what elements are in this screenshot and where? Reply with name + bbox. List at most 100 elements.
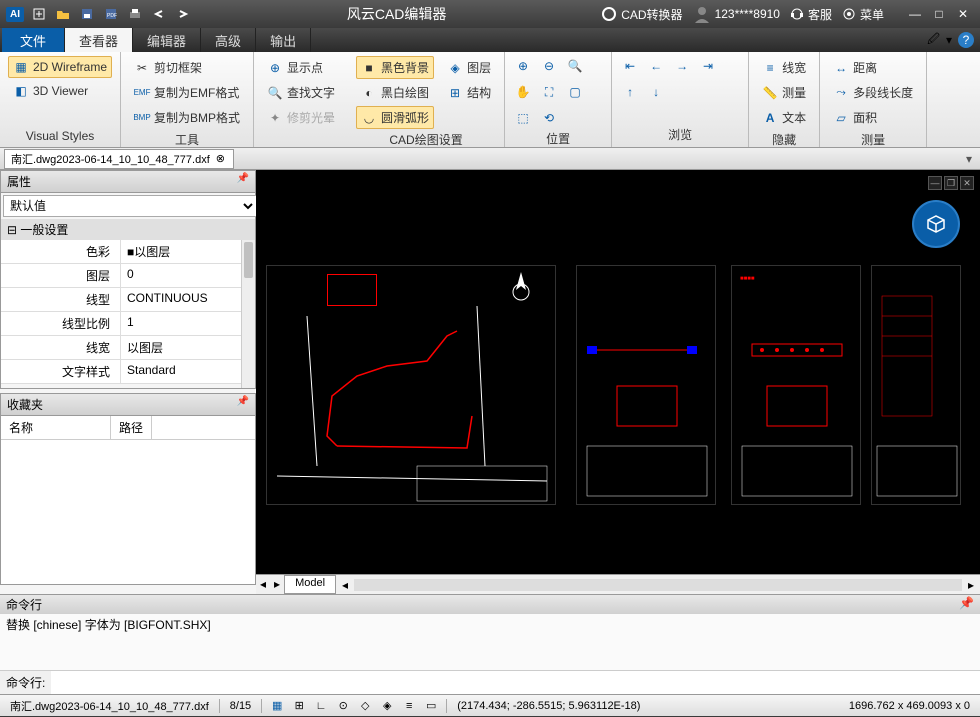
zoom-window-icon[interactable]: 🔍	[565, 56, 585, 76]
settings-icon[interactable]: 🖉	[927, 30, 940, 51]
point-icon: ⊕	[267, 60, 283, 76]
lwt-toggle-icon[interactable]: ≡	[400, 698, 418, 714]
first-icon[interactable]: ⇤	[620, 56, 640, 76]
prop-row: 文字样式Standard	[1, 360, 255, 384]
show-point-button[interactable]: ⊕显示点	[262, 56, 340, 79]
tab-editor[interactable]: 编辑器	[133, 28, 201, 52]
osnap-toggle-icon[interactable]: ◇	[356, 698, 374, 714]
zoom-out-icon[interactable]: ⊖	[539, 56, 559, 76]
minimize-button[interactable]: —	[904, 5, 926, 23]
ribbon-group-position: ⊕ ⊖ 🔍 ✋ ⛶ ▢ ⬚ ⟲ 位置	[505, 52, 612, 147]
scrollbar[interactable]	[241, 240, 255, 388]
tab-scroll-left-icon[interactable]: ◂	[256, 575, 270, 594]
close-tab-icon[interactable]: ⊗	[214, 152, 227, 165]
black-bg-button[interactable]: ■黑色背景	[356, 56, 434, 79]
save-icon[interactable]	[78, 5, 96, 23]
otrack-toggle-icon[interactable]: ◈	[378, 698, 396, 714]
pin-icon[interactable]: 📌	[959, 596, 974, 613]
tab-advanced[interactable]: 高级	[201, 28, 256, 52]
app-logo[interactable]: AI	[6, 7, 24, 22]
structure-button[interactable]: ⊞结构	[442, 81, 496, 104]
copy-bmp-button[interactable]: BMP复制为BMP格式	[129, 106, 245, 129]
copy-emf-button[interactable]: EMF复制为EMF格式	[129, 81, 245, 104]
viewer-3d-button[interactable]: ◧3D Viewer	[8, 80, 112, 102]
next-icon[interactable]: →	[672, 56, 692, 76]
user-account[interactable]: 123****8910	[693, 5, 780, 23]
wireframe-2d-button[interactable]: ▦2D Wireframe	[8, 56, 112, 78]
scroll-right-icon[interactable]: ▸	[968, 578, 974, 592]
status-size: 1696.762 x 469.0093 x 0	[845, 700, 974, 712]
polyline-length-button[interactable]: ⤳多段线长度	[828, 81, 918, 104]
support-button[interactable]: 客服	[790, 6, 832, 23]
tabs-overflow-icon[interactable]: ▾	[966, 152, 980, 166]
print-icon[interactable]	[126, 5, 144, 23]
ortho-toggle-icon[interactable]: ∟	[312, 698, 330, 714]
scroll-left-icon[interactable]: ◂	[342, 578, 348, 592]
linewidth-button[interactable]: ≡线宽	[757, 56, 811, 79]
menu-button[interactable]: 菜单	[842, 6, 884, 23]
grid-toggle-icon[interactable]: ▦	[268, 698, 286, 714]
tab-output[interactable]: 输出	[256, 28, 311, 52]
measure-button[interactable]: 📏测量	[757, 81, 811, 104]
cad-converter-button[interactable]: CAD转换器	[601, 6, 682, 23]
pan-icon[interactable]: ✋	[513, 82, 533, 102]
layer-button[interactable]: ◈图层	[442, 56, 496, 79]
canvas-minimize-icon[interactable]: —	[928, 176, 942, 190]
group-label: 隐藏	[757, 131, 811, 148]
distance-icon: ↔	[833, 60, 849, 76]
zoom-realtime-icon[interactable]: ⟲	[539, 108, 559, 128]
open-icon[interactable]	[54, 5, 72, 23]
canvas-restore-icon[interactable]: ❐	[944, 176, 958, 190]
bw-draw-button[interactable]: ◐黑白绘图	[356, 81, 434, 104]
horizontal-scrollbar[interactable]	[354, 579, 962, 591]
zoom-extents-icon[interactable]: ⛶	[539, 82, 559, 102]
trim-icon: ✦	[267, 110, 283, 126]
command-input[interactable]	[51, 671, 980, 694]
redo-icon[interactable]	[174, 5, 192, 23]
smooth-arc-button[interactable]: ◡圆滑弧形	[356, 106, 434, 129]
new-icon[interactable]	[30, 5, 48, 23]
last-icon[interactable]: ⇥	[698, 56, 718, 76]
tab-file[interactable]: 文件	[2, 28, 65, 52]
distance-button[interactable]: ↔距离	[828, 56, 918, 79]
model-toggle-icon[interactable]: ▭	[422, 698, 440, 714]
maximize-button[interactable]: □	[928, 5, 950, 23]
model-tab[interactable]: Model	[284, 575, 336, 594]
command-history: 替换 [chinese] 字体为 [BIGFONT.SHX]	[0, 614, 980, 670]
document-tab[interactable]: 南汇.dwg2023-06-14_10_10_48_777.dxf ⊗	[4, 149, 234, 169]
tab-scroll-right-icon[interactable]: ▸	[270, 575, 284, 594]
zoom-in-icon[interactable]: ⊕	[513, 56, 533, 76]
save-pdf-icon[interactable]: PDF	[102, 5, 120, 23]
down-icon[interactable]: ↓	[646, 82, 666, 102]
snap-toggle-icon[interactable]: ⊞	[290, 698, 308, 714]
pin-icon[interactable]: 📌	[237, 396, 249, 413]
canvas-close-icon[interactable]: ✕	[960, 176, 974, 190]
nav-cube[interactable]	[912, 200, 960, 248]
tab-viewer[interactable]: 查看器	[65, 28, 133, 52]
prev-icon[interactable]: ←	[646, 56, 666, 76]
polar-toggle-icon[interactable]: ⊙	[334, 698, 352, 714]
drawing-canvas[interactable]: — ❐ ✕	[256, 170, 980, 574]
close-button[interactable]: ✕	[952, 5, 974, 23]
find-text-button[interactable]: 🔍查找文字	[262, 81, 340, 104]
dropdown-icon[interactable]: ▾	[946, 33, 952, 47]
ribbon-group-display: ⊕显示点 🔍查找文字 ✦修剪光晕	[254, 52, 348, 147]
pin-icon[interactable]: 📌	[237, 173, 249, 190]
menu-help: 🖉 ▾ ?	[927, 28, 980, 52]
properties-default-select[interactable]: 默认值	[3, 195, 257, 217]
text-button[interactable]: A文本	[757, 106, 811, 129]
zoom-box-icon[interactable]: ▢	[565, 82, 585, 102]
properties-panel: 属性 📌 默认值 ⊟ 一般设置 色彩■以图层 图层0 线型CONTINUOUS …	[0, 170, 256, 389]
trim-halo-button[interactable]: ✦修剪光晕	[262, 106, 340, 129]
area-button[interactable]: ▱面积	[828, 106, 918, 129]
properties-section[interactable]: ⊟ 一般设置	[1, 219, 255, 240]
command-label: 命令行:	[0, 671, 51, 694]
up-icon[interactable]: ↑	[620, 82, 640, 102]
help-icon[interactable]: ?	[958, 32, 974, 48]
undo-icon[interactable]	[150, 5, 168, 23]
clip-frame-button[interactable]: ✂剪切框架	[129, 56, 245, 79]
zoom-fit-icon[interactable]: ⬚	[513, 108, 533, 128]
command-header: 命令行 📌	[0, 595, 980, 614]
left-panels: 属性 📌 默认值 ⊟ 一般设置 色彩■以图层 图层0 线型CONTINUOUS …	[0, 170, 256, 594]
group-label: 浏览	[620, 126, 740, 143]
